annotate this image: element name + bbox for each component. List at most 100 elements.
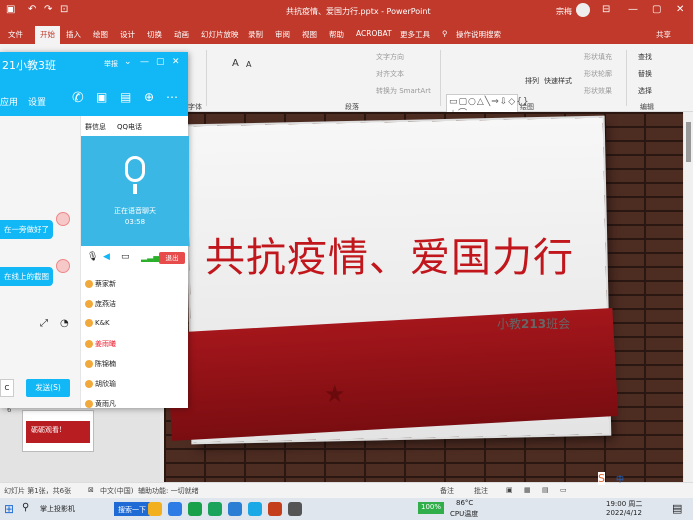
- save-icon[interactable]: ▣: [6, 4, 15, 15]
- member-item[interactable]: K&K: [85, 319, 110, 327]
- expand-icon[interactable]: ⤢: [40, 318, 48, 329]
- close-chat-button[interactable]: C: [0, 379, 14, 397]
- smartart-button[interactable]: 转换为 SmartArt: [376, 86, 431, 96]
- more-icon[interactable]: ⋯: [166, 90, 178, 104]
- grow-font-button[interactable]: A: [232, 58, 239, 69]
- slideshow-icon[interactable]: ▭: [560, 486, 567, 494]
- taskbar-app-projector[interactable]: 掌上投影机: [40, 504, 75, 514]
- tab-group-info[interactable]: 群信息: [85, 122, 106, 132]
- user-avatar[interactable]: [576, 3, 590, 17]
- avatar[interactable]: [56, 259, 70, 273]
- ribbon-options-icon[interactable]: ⊟: [602, 4, 610, 15]
- member-item[interactable]: 蔡家新: [85, 279, 116, 289]
- user-name[interactable]: 宗梅: [556, 6, 572, 17]
- normal-view-icon[interactable]: ▣: [506, 486, 513, 494]
- share-button[interactable]: 共享: [656, 29, 671, 40]
- spellcheck-icon[interactable]: ⊠: [88, 486, 94, 494]
- member-item[interactable]: 陈锦楠: [85, 359, 116, 369]
- folder-icon[interactable]: [148, 502, 162, 516]
- quick-styles-button[interactable]: 快速样式: [544, 76, 572, 86]
- language-status[interactable]: 中文(中国): [100, 486, 133, 496]
- report-button[interactable]: 举报: [104, 59, 118, 69]
- avatar[interactable]: [56, 212, 70, 226]
- tab-acrobat[interactable]: ACROBAT: [356, 29, 392, 38]
- history-icon[interactable]: ◔: [60, 318, 69, 329]
- tell-me-search[interactable]: 操作说明搜索: [456, 29, 501, 40]
- vertical-scrollbar[interactable]: [684, 112, 693, 482]
- settings-icon[interactable]: [288, 502, 302, 516]
- present-icon[interactable]: ⊡: [60, 4, 68, 15]
- member-item[interactable]: 姜雨曦: [85, 339, 116, 349]
- clock-time[interactable]: 19:00 周二: [606, 499, 642, 509]
- shape-outline-button[interactable]: 形状轮廓: [584, 69, 612, 79]
- weather-temp[interactable]: 86°C: [456, 499, 473, 507]
- tab-transitions[interactable]: 切换: [147, 29, 162, 40]
- add-icon[interactable]: ⊕: [144, 90, 154, 104]
- tab-record[interactable]: 录制: [248, 29, 263, 40]
- align-text-button[interactable]: 对齐文本: [376, 69, 404, 79]
- slide-subtitle[interactable]: 小教213班会: [497, 315, 570, 332]
- slide-sorter-icon[interactable]: ▦: [524, 486, 531, 494]
- windows-icon[interactable]: ⊞: [4, 502, 14, 516]
- weather-label[interactable]: CPU温度: [450, 509, 478, 519]
- mail-icon[interactable]: [228, 502, 242, 516]
- battery-badge[interactable]: 100%: [418, 502, 445, 514]
- clock-date[interactable]: 2022/4/12: [606, 509, 642, 517]
- chevron-down-icon[interactable]: ⌄: [124, 57, 132, 67]
- tab-review[interactable]: 审阅: [275, 29, 290, 40]
- search-icon[interactable]: ⚲: [22, 502, 29, 513]
- tab-help[interactable]: 帮助: [329, 29, 344, 40]
- send-button[interactable]: 发送(S): [26, 379, 70, 397]
- shrink-font-button[interactable]: A: [246, 60, 251, 69]
- tab-settings[interactable]: 设置: [28, 95, 46, 108]
- arrange-button[interactable]: 排列: [525, 76, 539, 86]
- select-button[interactable]: 选择: [638, 86, 652, 96]
- powerpoint-icon[interactable]: [268, 502, 282, 516]
- minimize-icon[interactable]: —: [140, 57, 149, 67]
- camera-icon[interactable]: ▭: [121, 252, 130, 262]
- maximize-icon[interactable]: ▢: [156, 57, 165, 67]
- member-item[interactable]: 胡欣瑜: [85, 379, 116, 389]
- scrollbar-thumb[interactable]: [686, 122, 691, 162]
- notes-button[interactable]: 备注: [440, 486, 454, 496]
- app-icon[interactable]: [208, 502, 222, 516]
- tab-slideshow[interactable]: 幻灯片放映: [201, 29, 239, 40]
- tab-qq-call[interactable]: QQ电话: [117, 122, 142, 132]
- shape-effects-button[interactable]: 形状效果: [584, 86, 612, 96]
- mute-icon[interactable]: 🎙: [87, 252, 98, 262]
- tab-design[interactable]: 设计: [120, 29, 135, 40]
- minimize-icon[interactable]: —: [628, 4, 638, 15]
- tab-more-tools[interactable]: 更多工具: [400, 29, 430, 40]
- phone-icon[interactable]: ✆: [72, 90, 84, 106]
- member-item[interactable]: 黄雨凡: [85, 399, 116, 409]
- tab-insert[interactable]: 插入: [66, 29, 81, 40]
- slide-title[interactable]: 共抗疫情、爱国力行: [205, 225, 574, 283]
- close-icon[interactable]: ✕: [676, 4, 684, 15]
- tab-draw[interactable]: 绘图: [93, 29, 108, 40]
- exit-call-button[interactable]: 退出: [159, 252, 185, 264]
- tab-apps[interactable]: 应用: [0, 95, 18, 108]
- browser-icon[interactable]: [168, 502, 182, 516]
- wechat-icon[interactable]: [188, 502, 202, 516]
- shape-fill-button[interactable]: 形状填充: [584, 52, 612, 62]
- find-button[interactable]: 查找: [638, 52, 652, 62]
- member-item[interactable]: 庞燕洁: [85, 299, 116, 309]
- reading-view-icon[interactable]: ▤: [542, 486, 549, 494]
- tab-home[interactable]: 开始: [35, 26, 60, 44]
- undo-icon[interactable]: ↶: [28, 4, 36, 15]
- video-icon[interactable]: ▣: [96, 90, 107, 104]
- ime-language[interactable]: 中: [616, 474, 624, 485]
- close-icon[interactable]: ✕: [172, 57, 180, 67]
- accessibility-status[interactable]: 辅助功能: 一切就绪: [138, 486, 199, 496]
- redo-icon[interactable]: ↷: [44, 4, 52, 15]
- comments-button[interactable]: 批注: [474, 486, 488, 496]
- share-screen-icon[interactable]: ▤: [120, 90, 131, 104]
- tab-file[interactable]: 文件: [8, 29, 23, 40]
- speaker-icon[interactable]: ◀: [103, 252, 110, 262]
- text-direction-button[interactable]: 文字方向: [376, 52, 404, 62]
- slide-thumbnail[interactable]: 砺砺观看!: [22, 410, 94, 452]
- qq-icon[interactable]: [248, 502, 262, 516]
- notification-icon[interactable]: ▤: [672, 502, 682, 515]
- ime-logo-icon[interactable]: S: [598, 472, 605, 485]
- tab-animations[interactable]: 动画: [174, 29, 189, 40]
